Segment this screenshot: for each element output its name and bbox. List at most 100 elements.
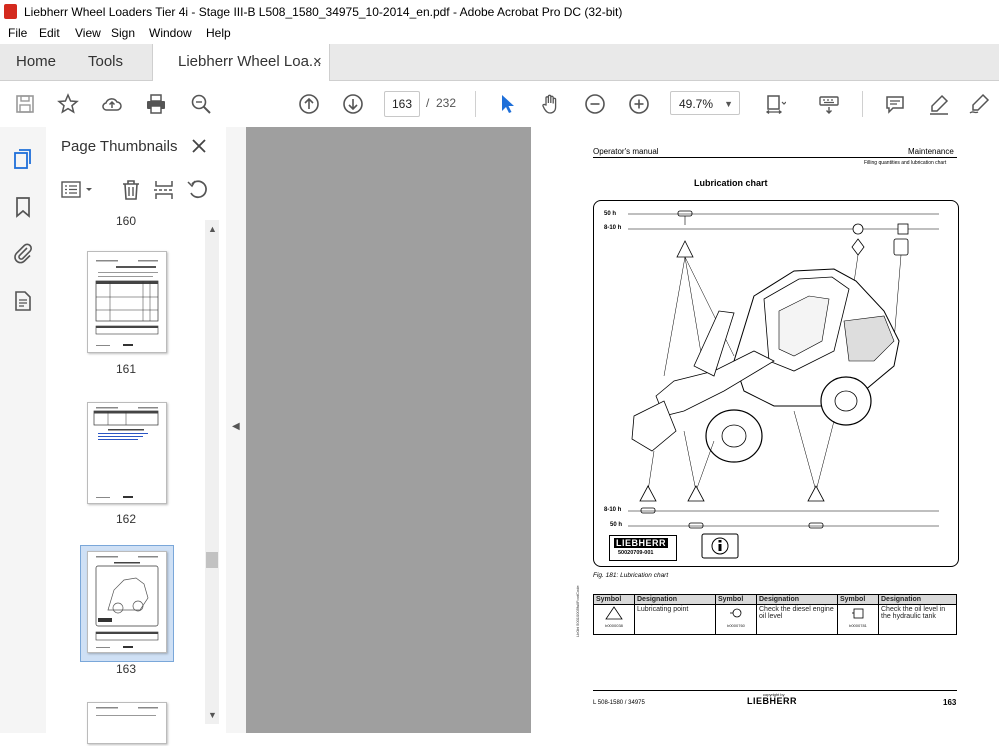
- upload-cloud-icon[interactable]: [99, 91, 125, 117]
- interval-label-bottom-50h: 50 h: [610, 522, 623, 528]
- designation-cell: Check the oil level in the hydraulic tan…: [878, 604, 957, 635]
- pdf-page: Operator's manual Maintenance Filling qu…: [531, 127, 999, 733]
- menu-edit[interactable]: Edit: [39, 26, 60, 40]
- toolbar: 163 / 232 49.7% ▼: [0, 81, 999, 128]
- highlight-pen-icon[interactable]: [926, 91, 952, 117]
- close-tab-icon[interactable]: ×: [313, 44, 322, 80]
- previous-page-icon[interactable]: [296, 91, 322, 117]
- symbol-table: Symbol Designation Symbol Designation Sy…: [593, 594, 957, 635]
- symbol-cell: b0000760: [715, 604, 757, 635]
- rotate-page-icon[interactable]: [186, 178, 210, 202]
- liebherr-brand-box: LIEBHERR 50020709-001: [609, 535, 677, 561]
- zoom-level-select[interactable]: 49.7% ▼: [670, 91, 740, 115]
- figure-caption: Fig. 181: Lubrication chart: [593, 572, 669, 579]
- bookmark-star-icon[interactable]: [55, 91, 81, 117]
- table-header: Symbol: [837, 594, 879, 605]
- table-header: Symbol: [715, 594, 757, 605]
- thumbnail-label-161: 161: [115, 362, 137, 376]
- page-thumbnail-161[interactable]: [87, 251, 167, 353]
- page-header-right: Maintenance: [908, 147, 954, 156]
- tab-home[interactable]: Home: [16, 44, 56, 80]
- tab-document[interactable]: Liebherr Wheel Loa... ×: [152, 44, 330, 81]
- acrobat-app-icon: [4, 4, 17, 19]
- header-rule: [593, 157, 957, 158]
- scroll-down-icon[interactable]: ▼: [208, 710, 217, 720]
- scroll-up-icon[interactable]: ▲: [208, 224, 217, 234]
- designation-cell: Check the diesel engine oil level: [756, 604, 838, 635]
- page-header-left: Operator's manual: [593, 147, 659, 156]
- thumbnail-label-160: 160: [115, 214, 137, 228]
- page-thumbnails-panel: Page Thumbnails 160 161 162 163: [46, 127, 227, 744]
- hydraulic-tank-icon: [852, 608, 864, 619]
- title-bar: Liebherr Wheel Loaders Tier 4i - Stage I…: [0, 0, 999, 24]
- thumbnail-label-163: 163: [115, 662, 137, 676]
- interval-label-bottom-8-10h: 8-10 h: [604, 507, 622, 513]
- footer-left: L 508-1580 / 34975: [593, 700, 645, 706]
- liebherr-logo: LIEBHERR: [614, 538, 669, 548]
- sign-pen-icon[interactable]: [966, 91, 992, 117]
- layers-page-icon[interactable]: [11, 289, 35, 313]
- table-header: Designation: [634, 594, 716, 605]
- zoom-search-icon[interactable]: [188, 91, 214, 117]
- table-header: Designation: [878, 594, 957, 605]
- panel-collapse-bar[interactable]: ◀: [226, 127, 247, 733]
- table-header: Symbol: [593, 594, 635, 605]
- bookmarks-icon[interactable]: [11, 195, 35, 219]
- comment-icon[interactable]: [882, 91, 908, 117]
- tab-tools[interactable]: Tools: [88, 44, 123, 80]
- section-heading: Lubrication chart: [694, 178, 768, 188]
- menu-sign[interactable]: Sign: [111, 26, 135, 40]
- table-row: b0000038 Lubricating point b0000760 Chec…: [593, 604, 957, 635]
- panel-clip: [46, 207, 226, 216]
- extract-pages-icon[interactable]: [152, 178, 176, 202]
- menu-file[interactable]: File: [8, 26, 27, 40]
- triangle-lubrication-icon: [605, 606, 623, 620]
- page-separator: /: [426, 96, 430, 110]
- thumbnail-options-menu[interactable]: [60, 179, 96, 201]
- doc-code: 50020709-001: [618, 550, 654, 556]
- zoom-out-icon[interactable]: [582, 91, 608, 117]
- lubrication-chart-figure: 50 h 8-10 h 8-10 h 50 h LIEBHERR 5002070…: [593, 200, 959, 567]
- table-header-row: Symbol Designation Symbol Designation Sy…: [593, 594, 957, 605]
- page-number-input[interactable]: 163: [384, 91, 420, 117]
- keyboard-scroll-icon[interactable]: [816, 91, 842, 117]
- menu-window[interactable]: Window: [149, 26, 192, 40]
- engine-oil-icon: [730, 608, 742, 618]
- toolbar-divider: [475, 91, 476, 117]
- tab-document-label: Liebherr Wheel Loa...: [178, 53, 322, 70]
- document-canvas: [246, 127, 531, 733]
- tab-bar: Home Tools Liebherr Wheel Loa... ×: [0, 44, 999, 81]
- fit-page-icon[interactable]: [762, 91, 788, 117]
- zoom-in-icon[interactable]: [626, 91, 652, 117]
- select-cursor-icon[interactable]: [494, 91, 520, 117]
- thumbnail-label-162: 162: [115, 512, 137, 526]
- menu-view[interactable]: View: [75, 26, 101, 40]
- footer-liebherr-logo: LIEBHERR: [747, 696, 798, 706]
- hand-tool-icon[interactable]: [538, 91, 564, 117]
- symbol-code: b0000038: [605, 623, 623, 628]
- collapse-arrow-icon[interactable]: ◀: [232, 421, 240, 432]
- symbol-code: b0000760: [727, 623, 745, 628]
- footer-rule: [593, 690, 957, 691]
- page-number: 163: [943, 698, 957, 707]
- page-thumbnail-163[interactable]: [87, 551, 167, 653]
- interval-label-top-50h: 50 h: [604, 211, 617, 217]
- side-doc-code: Lb0bt 50010005fullFootCode: [575, 585, 580, 637]
- table-header: Designation: [756, 594, 838, 605]
- chevron-down-icon: ▼: [724, 99, 733, 109]
- attachments-icon[interactable]: [11, 241, 35, 265]
- panel-title: Page Thumbnails: [61, 138, 178, 155]
- page-thumbnail-162[interactable]: [87, 402, 167, 504]
- menu-help[interactable]: Help: [206, 26, 231, 40]
- close-panel-icon[interactable]: [189, 136, 209, 156]
- next-page-icon[interactable]: [340, 91, 366, 117]
- delete-page-icon[interactable]: [119, 178, 143, 202]
- symbol-cell: b0000038: [593, 604, 635, 635]
- toolbar-divider: [862, 91, 863, 117]
- scrollbar-thumb[interactable]: [206, 552, 218, 568]
- thumbnails-scrollbar[interactable]: ▲ ▼: [205, 220, 219, 724]
- page-thumbnails-icon[interactable]: [11, 147, 35, 171]
- print-icon[interactable]: [143, 91, 169, 117]
- save-icon[interactable]: [12, 91, 38, 117]
- page-thumbnail-164[interactable]: [87, 702, 167, 744]
